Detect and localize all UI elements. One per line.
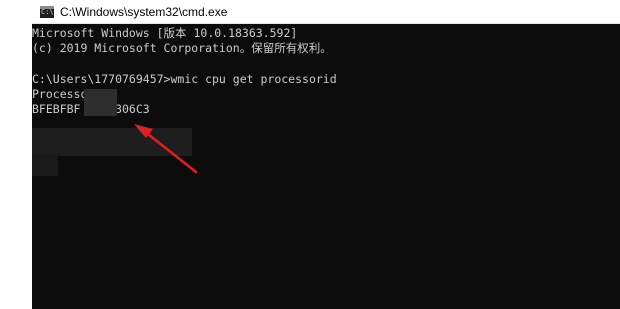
red-arrow-icon [134, 124, 198, 174]
